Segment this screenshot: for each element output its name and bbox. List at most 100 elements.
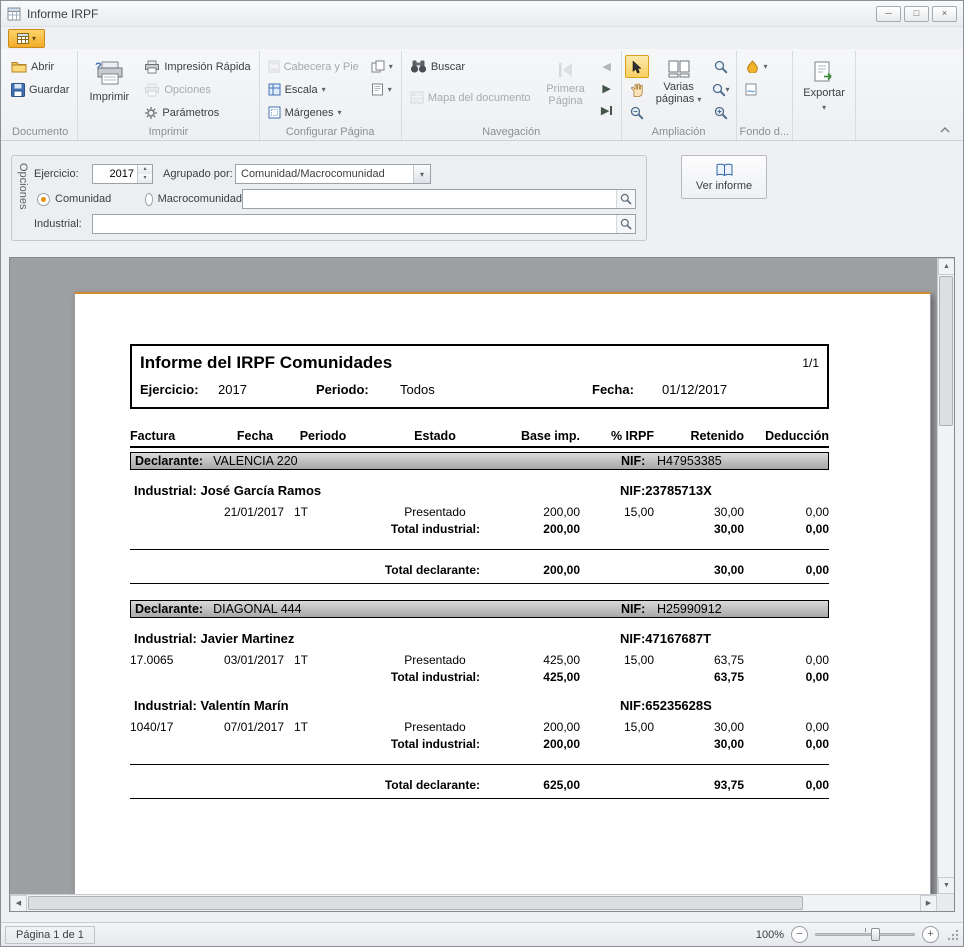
options-panel-caption: Opciones (12, 156, 34, 240)
alejar-button[interactable] (625, 101, 649, 124)
scroll-up-button[interactable]: ▲ (938, 258, 955, 275)
export-document-icon (812, 60, 836, 84)
column-header: Retenido (654, 429, 744, 443)
vertical-scrollbar[interactable]: ▲ ▼ (937, 258, 954, 894)
industrial-searchbox (92, 214, 636, 234)
vertical-scroll-thumb[interactable] (939, 276, 953, 426)
guardar-button[interactable]: Guardar (6, 78, 74, 101)
scroll-right-button[interactable]: ▶ (920, 895, 937, 912)
scroll-left-button[interactable]: ◀ (10, 895, 27, 912)
mapa-documento-button[interactable]: Mapa del documento (405, 86, 536, 109)
search-icon (620, 218, 632, 230)
industrial-input[interactable] (93, 215, 616, 233)
margenes-button[interactable]: Márgenes ▾ (263, 101, 364, 124)
fill-color-icon (745, 60, 760, 73)
meta-fecha-value: 01/12/2017 (662, 382, 727, 397)
ejercicio-spinner: ▴ ▾ (92, 164, 153, 184)
cabecera-pie-button[interactable]: Cabecera y Pie (263, 55, 364, 78)
scrollbar-corner (937, 894, 954, 911)
column-header: Estado (358, 429, 482, 443)
ribbon-group-fondo: ▾ Fondo d... (737, 51, 794, 140)
acercar-button[interactable] (709, 101, 733, 124)
ribbon-group-navegacion: Buscar Mapa del documento Primera Página… (402, 51, 622, 140)
total-declarante-row: Total declarante:625,0093,750,00 (130, 764, 829, 799)
escala-button[interactable]: Escala ▾ (263, 78, 364, 101)
abrir-button[interactable]: Abrir (6, 55, 59, 78)
close-button[interactable]: × (932, 6, 957, 22)
titlebar[interactable]: Informe IRPF ─ □ × (1, 1, 963, 27)
ribbon-group-ampliacion: Varias páginas ▾ ▾ Ampliación (622, 51, 737, 140)
report-meta: Ejercicio: 2017 Periodo: Todos Fecha: 01… (140, 382, 819, 398)
comunidad-search-button[interactable] (616, 190, 635, 208)
caret-down-icon: ▾ (388, 85, 392, 94)
horizontal-scroll-thumb[interactable] (28, 896, 803, 910)
app-menu-button[interactable]: ▾ (8, 29, 45, 48)
caret-down-icon: ▾ (697, 95, 701, 104)
zoom-lista-button[interactable]: ▾ (709, 78, 733, 101)
parametros-button[interactable]: Parámetros (139, 101, 255, 124)
ver-informe-button[interactable]: Ver informe (681, 155, 767, 199)
spin-down-button[interactable]: ▾ (138, 174, 152, 183)
marca-agua-button[interactable] (740, 78, 762, 101)
group-label-documento: Documento (6, 125, 74, 140)
total-industrial-row: Total industrial:425,0063,750,00 (130, 670, 829, 685)
zoom-slider-thumb[interactable] (871, 928, 880, 941)
herramienta-mano-button[interactable] (625, 78, 649, 101)
app-menu-grid-icon (17, 33, 29, 44)
industrial-label: Industrial: (34, 218, 92, 230)
opciones-impresion-button[interactable]: Opciones (139, 78, 255, 101)
industrial-header: Industrial: José García Ramos NIF:237857… (130, 483, 829, 498)
primera-pagina-button[interactable]: Primera Página (538, 55, 594, 123)
spin-up-button[interactable]: ▴ (138, 165, 152, 174)
agrupado-por-label: Agrupado por: (163, 168, 235, 180)
exportar-button[interactable]: Exportar ▾ (796, 55, 852, 123)
varias-paginas-button[interactable]: Varias páginas ▾ (651, 55, 707, 123)
preview-area[interactable]: Informe del IRPF Comunidades 1/1 Ejercic… (9, 257, 955, 912)
page-info: Página 1 de 1 (5, 926, 95, 944)
radio-selected-icon (37, 193, 50, 206)
zoom-slider-track[interactable] (815, 933, 915, 936)
zoom-herramienta-button[interactable] (709, 55, 733, 78)
impresion-rapida-button[interactable]: Impresión Rápida (139, 55, 255, 78)
zoom-in-button[interactable]: + (922, 926, 939, 943)
color-fondo-button[interactable]: ▾ (740, 55, 773, 78)
agrupado-por-combo[interactable]: Comunidad/Macrocomunidad ▾ (235, 164, 431, 184)
declarante-band: Declarante:VALENCIA 220 NIF:H47953385 (130, 452, 829, 470)
maximize-button[interactable]: □ (904, 6, 929, 22)
meta-periodo-value: Todos (400, 382, 435, 397)
save-icon (11, 83, 25, 97)
comunidad-searchbox (242, 189, 636, 209)
pagina-anterior-button[interactable]: ◀ (596, 55, 618, 77)
resize-grip[interactable] (946, 928, 959, 941)
radio-macrocomunidad[interactable]: Macrocomunidad (145, 193, 242, 206)
ultima-pagina-button[interactable]: ▶ (596, 99, 618, 121)
buscar-button[interactable]: Buscar (405, 55, 536, 78)
zoom-slider[interactable] (815, 926, 915, 943)
binoculars-icon (410, 60, 427, 73)
chevron-up-icon (940, 127, 950, 133)
page-orientation-icon (371, 60, 385, 73)
orientacion-pagina-button[interactable]: ▾ (366, 55, 398, 78)
zoom-out-button[interactable]: − (791, 926, 808, 943)
column-header: % IRPF (580, 429, 654, 443)
ribbon-collapse-button[interactable] (936, 121, 954, 135)
pagina-siguiente-button[interactable]: ▶ (596, 77, 618, 99)
imprimir-button[interactable]: ? Imprimir (81, 55, 137, 123)
report-column-headers: Factura Fecha Periodo Estado Base imp. %… (130, 429, 829, 448)
combo-dropdown-button[interactable]: ▾ (413, 165, 430, 183)
quick-print-icon (144, 60, 160, 74)
column-header: Deducción (744, 429, 829, 443)
meta-fecha-label: Fecha: (592, 382, 634, 397)
ejercicio-input[interactable] (93, 165, 137, 183)
puntero-raton-button[interactable] (625, 55, 649, 78)
radio-comunidad[interactable]: Comunidad (37, 193, 145, 206)
minimize-button[interactable]: ─ (876, 6, 901, 22)
meta-ejercicio-value: 2017 (218, 382, 247, 397)
industrial-search-button[interactable] (616, 215, 635, 233)
tamano-papel-button[interactable]: ▾ (366, 78, 398, 101)
ribbon-group-configurar-pagina: Cabecera y Pie Escala ▾ Márgenes ▾ (260, 51, 402, 140)
horizontal-scrollbar[interactable]: ◀ ▶ (10, 894, 937, 911)
scroll-down-button[interactable]: ▼ (938, 877, 955, 894)
comunidad-input[interactable] (243, 190, 616, 208)
watermark-icon (745, 83, 757, 96)
